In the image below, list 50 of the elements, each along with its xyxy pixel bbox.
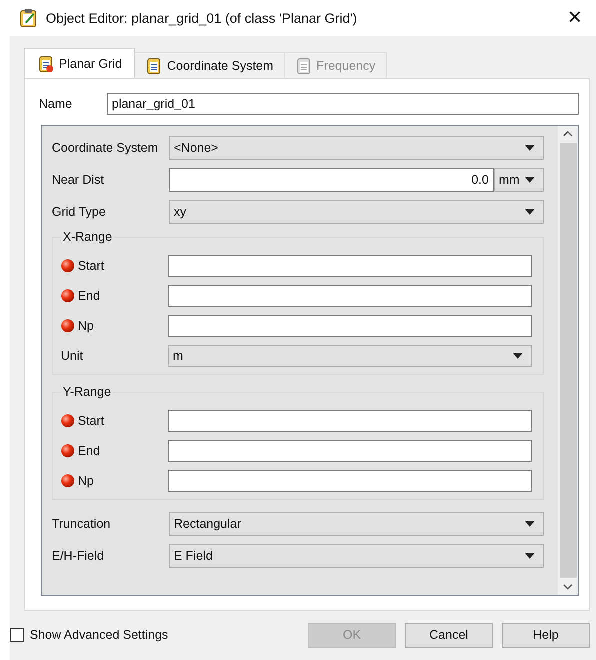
dropdown-arrow-icon <box>525 177 535 183</box>
window-title: Object Editor: planar_grid_01 (of class 'Planar Grid') <box>46 10 358 26</box>
scrollbar[interactable] <box>558 126 578 595</box>
scroll-up-icon <box>563 131 573 137</box>
field-label: E/H-Field <box>52 549 106 563</box>
checkbox[interactable] <box>10 628 24 642</box>
input-field[interactable] <box>168 410 532 432</box>
field-label: Truncation <box>52 517 112 531</box>
dropdown[interactable]: m <box>168 345 532 367</box>
dropdown-arrow-icon <box>525 521 535 527</box>
name-field[interactable]: planar_grid_01 <box>107 93 579 115</box>
input-field[interactable] <box>168 440 532 462</box>
field-label: End <box>78 289 100 303</box>
dropdown-arrow-icon <box>513 353 523 359</box>
advanced-checkbox[interactable]: Show Advanced Settings <box>10 628 168 642</box>
field-label: Start <box>78 259 104 273</box>
scrollbar-thumb[interactable] <box>560 143 576 578</box>
dropdown-arrow-icon <box>525 553 535 559</box>
input-field[interactable] <box>168 285 532 307</box>
field-label: Np <box>78 319 94 333</box>
clipboard-icon <box>294 56 313 74</box>
input-field[interactable] <box>168 470 532 492</box>
input-field[interactable] <box>168 315 532 337</box>
tab[interactable]: Planar Grid <box>24 48 136 78</box>
input-field[interactable] <box>168 255 532 277</box>
dropdown[interactable]: <None> <box>169 136 544 160</box>
dropdown[interactable]: E Field <box>169 544 544 568</box>
clipboard-icon <box>37 54 55 72</box>
field-label: Near Dist <box>52 173 106 187</box>
number-field[interactable]: 0.0 <box>169 168 494 192</box>
field-label: Start <box>78 414 104 428</box>
unit-dropdown[interactable]: mm <box>494 168 544 192</box>
field-label: Grid Type <box>52 205 107 219</box>
clipboard-icon <box>20 8 38 28</box>
dropdown[interactable]: Rectangular <box>169 512 544 536</box>
clipboard-icon <box>145 56 164 74</box>
field-label: End <box>78 444 100 458</box>
dropdown-arrow-icon <box>525 145 535 151</box>
group-title: Y-Range <box>61 385 114 399</box>
name-label: Name <box>39 97 74 111</box>
scroll-down-icon <box>563 584 573 590</box>
field-label: Unit <box>61 349 84 363</box>
field-label: Np <box>78 474 94 488</box>
dropdown-arrow-icon <box>525 209 535 215</box>
dialog-button[interactable]: Cancel <box>405 622 493 648</box>
dialog-button[interactable]: Help <box>502 622 590 648</box>
dropdown[interactable]: xy <box>169 200 544 224</box>
close-button[interactable]: × <box>562 6 588 30</box>
field-label: Coordinate System <box>52 141 160 155</box>
group-title: X-Range <box>61 230 114 244</box>
